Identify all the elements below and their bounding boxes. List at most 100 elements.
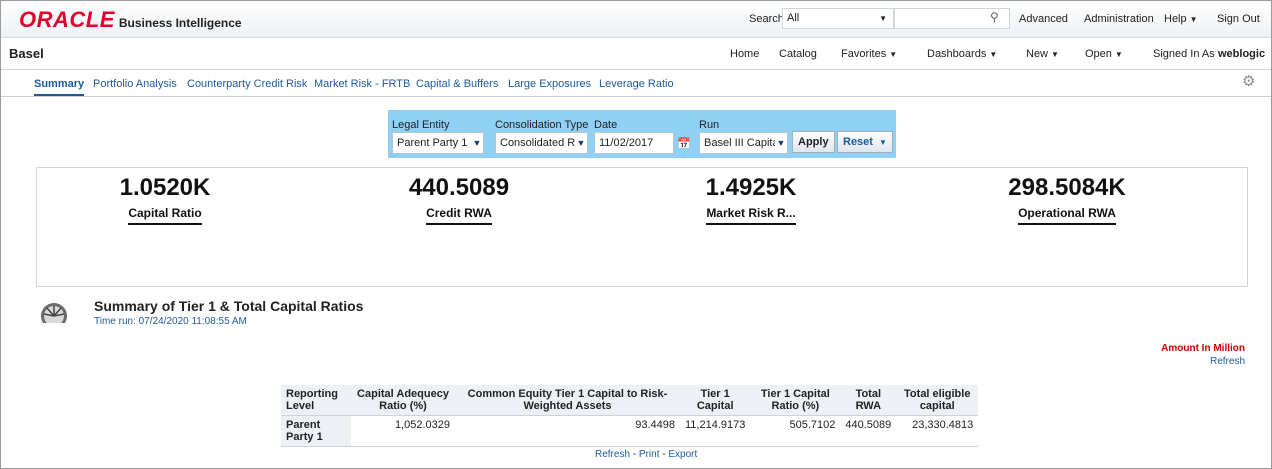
date-value: 11/02/2017 — [599, 137, 654, 149]
export-link[interactable]: Export — [668, 449, 697, 460]
catalog-link[interactable]: Catalog — [779, 48, 817, 60]
kpi-value: 440.5089 — [408, 174, 510, 201]
dashboard-tabs: Summary Portfolio Analysis Counterparty … — [1, 71, 1271, 97]
chevron-down-icon: ▼ — [471, 133, 483, 153]
product-name: Business Intelligence — [118, 16, 242, 30]
time-run: Time run: 07/24/2020 11:08:55 AM — [94, 316, 247, 327]
user-name[interactable]: weblogic — [1218, 48, 1265, 60]
amount-note: Amount In Million — [1161, 343, 1245, 354]
legal-entity-value: Parent Party 1 — [397, 137, 468, 149]
kpi-market-risk-rwa[interactable]: 1.4925K Market Risk R... — [666, 174, 836, 225]
apply-button[interactable]: Apply — [792, 131, 835, 153]
search-scope-select[interactable]: All ▼ — [782, 8, 894, 29]
search-scope-value: All — [787, 12, 800, 24]
reset-button[interactable]: Reset ▼ — [837, 131, 893, 153]
consolidation-type-label: Consolidation Type — [495, 119, 589, 131]
chevron-down-icon: ▼ — [879, 14, 887, 23]
chevron-down-icon: ▼ — [1189, 15, 1198, 24]
kpi-capital-ratio[interactable]: 1.0520K Capital Ratio — [85, 174, 245, 225]
kpi-value: 1.0520K — [119, 174, 211, 201]
refresh-link[interactable]: Refresh — [595, 449, 630, 460]
reset-label: Reset — [843, 136, 873, 148]
gear-icon[interactable]: ⚙ — [1242, 72, 1255, 90]
kpi-value: 298.5084K — [1008, 174, 1126, 201]
calendar-icon[interactable]: 📅 — [677, 137, 691, 150]
help-label: Help — [1164, 13, 1187, 25]
oracle-logo[interactable]: ORACLE Business Intelligence — [19, 7, 242, 33]
refresh-link[interactable]: Refresh — [1210, 356, 1245, 367]
chevron-down-icon: ▼ — [1051, 50, 1059, 59]
open-menu[interactable]: Open ▼ — [1085, 48, 1123, 60]
column-header[interactable]: Reporting Level — [281, 385, 351, 416]
print-link[interactable]: Print — [639, 449, 660, 460]
table-cell: 505.7102 — [750, 415, 841, 447]
table-cell: 11,214.9173 — [680, 415, 751, 447]
chevron-down-icon: ▼ — [879, 138, 887, 147]
kpi-operational-rwa[interactable]: 298.5084K Operational RWA — [987, 174, 1147, 225]
home-link[interactable]: Home — [730, 48, 759, 60]
dashboards-menu[interactable]: Dashboards ▼ — [927, 48, 997, 60]
tab-market-risk-frtb[interactable]: Market Risk - FRTB — [314, 78, 410, 90]
column-header[interactable]: Tier 1 Capital Ratio (%) — [750, 385, 841, 416]
favorites-menu[interactable]: Favorites ▼ — [841, 48, 897, 60]
run-value: Basel III Capita — [704, 137, 779, 149]
tab-large-exposures[interactable]: Large Exposures — [508, 78, 591, 90]
help-menu[interactable]: Help ▼ — [1164, 13, 1198, 25]
chevron-down-icon: ▼ — [1114, 50, 1123, 59]
tab-summary[interactable]: Summary — [34, 78, 85, 96]
table-cell: 1,052.0329 — [351, 415, 455, 447]
table-row: Parent Party 1 1,052.0329 93.4498 11,214… — [281, 415, 979, 447]
capital-ratios-table: Reporting Level Capital Adequecy Ratio (… — [281, 385, 979, 447]
dashboard-bar: Basel Home Catalog Favorites ▼ Dashboards… — [1, 38, 1271, 70]
legal-entity-select[interactable]: Parent Party 1 ▼ — [392, 132, 484, 154]
tab-counterparty-credit-risk[interactable]: Counterparty Credit Risk — [187, 78, 307, 90]
table-cell: 23,330.4813 — [896, 415, 979, 447]
kpi-value: 1.4925K — [705, 174, 797, 201]
kpi-panel: 1.0520K Capital Ratio 440.5089 Credit RW… — [36, 167, 1248, 287]
table-footer-links: Refresh - Print - Export — [595, 449, 697, 460]
chevron-down-icon: ▼ — [889, 50, 898, 59]
legal-entity-label: Legal Entity — [392, 119, 450, 131]
tab-portfolio-analysis[interactable]: Portfolio Analysis — [93, 78, 177, 90]
table-cell: 93.4498 — [455, 415, 680, 447]
kpi-label: Operational RWA — [1018, 206, 1116, 225]
new-label: New — [1026, 48, 1049, 60]
top-header: ORACLE Business Intelligence Search All … — [1, 1, 1271, 38]
tab-capital-buffers[interactable]: Capital & Buffers — [416, 78, 498, 90]
table-cell: Parent Party 1 — [281, 415, 351, 447]
consolidation-type-value: Consolidated R — [500, 137, 576, 149]
dashboards-label: Dashboards — [927, 48, 987, 60]
signed-in-label: Signed In As — [1153, 48, 1215, 60]
run-label: Run — [699, 119, 720, 131]
dashboard-title: Basel — [9, 46, 44, 61]
new-menu[interactable]: New ▼ — [1026, 48, 1059, 60]
table-header-row: Reporting Level Capital Adequecy Ratio (… — [281, 385, 979, 416]
advanced-link[interactable]: Advanced — [1019, 13, 1068, 25]
run-select[interactable]: Basel III Capita ▼ — [699, 132, 788, 154]
consolidation-type-select[interactable]: Consolidated R ▼ — [495, 132, 588, 154]
table-cell: 440.5089 — [840, 415, 897, 447]
administration-link[interactable]: Administration — [1084, 13, 1154, 25]
column-header[interactable]: Common Equity Tier 1 Capital to Risk-Wei… — [455, 385, 680, 416]
tab-leverage-ratio[interactable]: Leverage Ratio — [599, 78, 674, 90]
app-frame: ORACLE Business Intelligence Search All … — [0, 0, 1272, 469]
kpi-label: Credit RWA — [426, 206, 492, 225]
date-input[interactable]: 11/02/2017 — [594, 132, 674, 154]
kpi-label: Capital Ratio — [128, 206, 202, 225]
logo-text: ORACLE — [19, 7, 115, 32]
kpi-credit-rwa[interactable]: 440.5089 Credit RWA — [379, 174, 539, 225]
column-header[interactable]: Total eligible capital — [896, 385, 979, 416]
search-icon[interactable]: ⚲ — [990, 10, 999, 24]
search-label: Search — [749, 13, 784, 25]
dashboard-prompts: Legal Entity Parent Party 1 ▼ Consolidat… — [388, 110, 896, 158]
sign-out-link[interactable]: Sign Out — [1217, 13, 1260, 25]
chevron-down-icon: ▼ — [575, 133, 587, 153]
chevron-down-icon: ▼ — [989, 50, 998, 59]
column-header[interactable]: Total RWA — [840, 385, 897, 416]
kpi-label: Market Risk R... — [706, 206, 796, 225]
chevron-down-icon: ▼ — [775, 133, 787, 153]
column-header[interactable]: Capital Adequecy Ratio (%) — [351, 385, 455, 416]
section-title: Summary of Tier 1 & Total Capital Ratios — [94, 298, 364, 314]
open-label: Open — [1085, 48, 1112, 60]
column-header[interactable]: Tier 1 Capital — [680, 385, 751, 416]
